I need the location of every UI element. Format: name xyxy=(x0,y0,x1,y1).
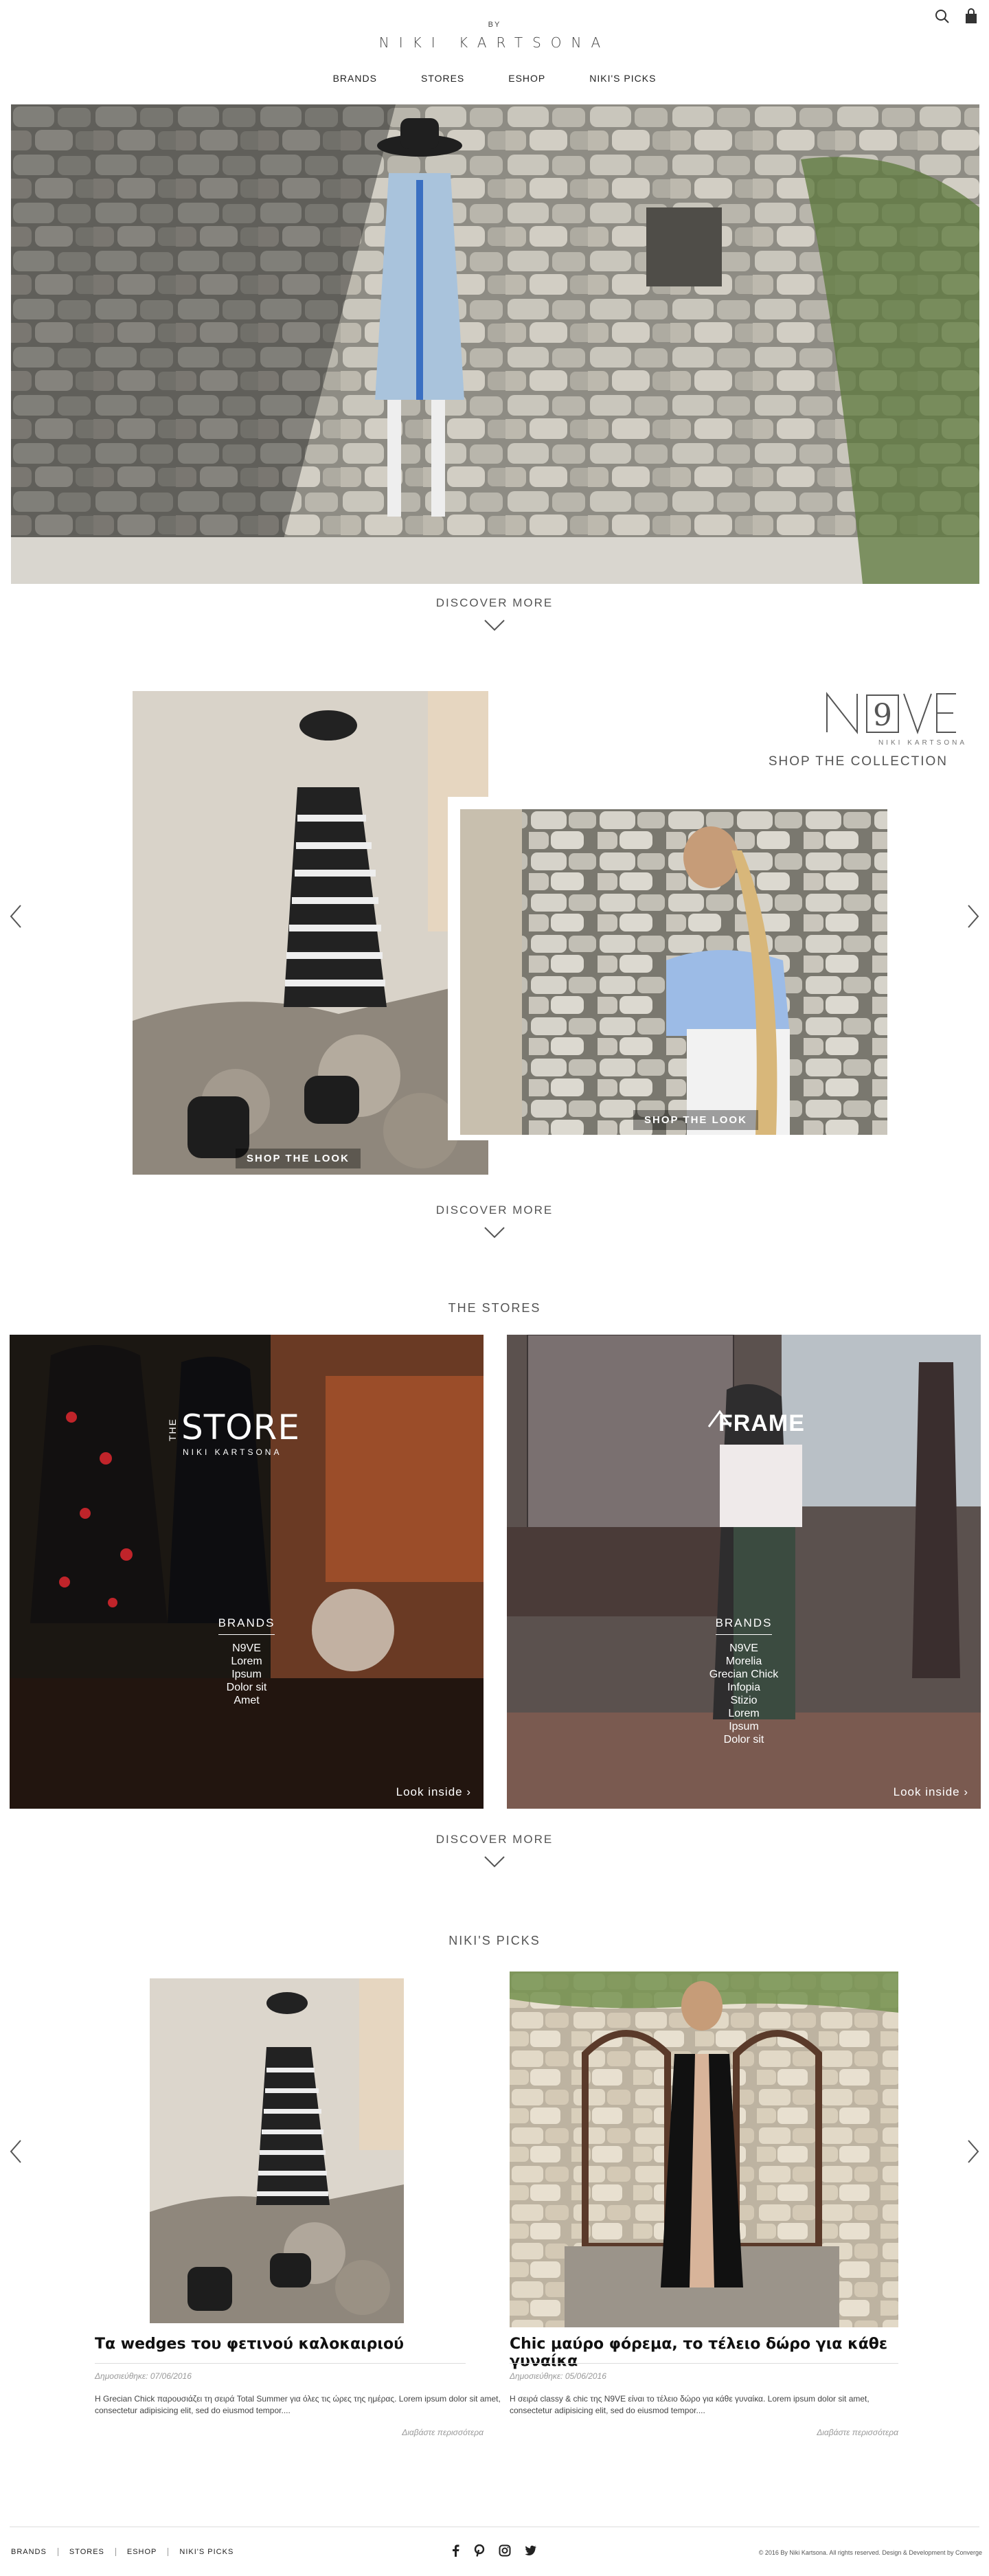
pick-image-2[interactable] xyxy=(510,1971,898,2327)
main-nav: BRANDS STORES ESHOP NIKI'S PICKS xyxy=(0,73,989,84)
footer-nav-stores[interactable]: STORES xyxy=(69,2548,104,2556)
twitter-icon[interactable] xyxy=(525,2545,537,2556)
pick-title-1[interactable]: Τα wedges του φετινού καλοκαιριού xyxy=(95,2336,466,2353)
logo[interactable]: NIKI KARTSONA xyxy=(0,34,989,51)
carousel-prev-icon[interactable] xyxy=(7,2138,23,2165)
store1-brands: BRANDS N9VE Lorem Ipsum Dolor sit Amet xyxy=(10,1616,484,1707)
carousel-next-icon[interactable] xyxy=(966,2138,982,2165)
house-icon xyxy=(707,1410,732,1427)
pick-divider-1 xyxy=(95,2363,466,2364)
frame-store-logo: FRAME xyxy=(707,1410,805,1437)
pick-date-2: Δημοσιεύθηκε: 05/06/2016 xyxy=(510,2371,606,2381)
store2-look-inside-link[interactable]: Look inside › xyxy=(894,1785,968,1799)
social-links xyxy=(451,2544,537,2557)
store2-brand-item[interactable]: Stizio xyxy=(507,1694,981,1707)
store-card-frame[interactable]: FRAME BRANDS N9VE Morelia Grecian Chick … xyxy=(507,1335,981,1809)
stores-title: THE STORES xyxy=(448,1301,541,1315)
picks-title: NIKI'S PICKS xyxy=(448,1934,541,1947)
the-store-logo-the: THE xyxy=(167,1418,178,1441)
footer-nav-brands[interactable]: BRANDS xyxy=(11,2548,47,2556)
store2-brand-item[interactable]: Morelia xyxy=(507,1655,981,1668)
discover-more-3[interactable]: DISCOVER MORE xyxy=(0,1833,989,1846)
logo-by: BY xyxy=(488,21,501,29)
footer-nav-eshop[interactable]: ESHOP xyxy=(127,2548,157,2556)
pick-excerpt-1: H Grecian Chick παρουσιάζει τη σειρά Tot… xyxy=(95,2394,501,2415)
facebook-icon[interactable] xyxy=(451,2544,460,2557)
chevron-down-icon[interactable] xyxy=(484,1225,505,1239)
store1-brand-item[interactable]: Dolor sit xyxy=(10,1681,484,1694)
store1-brand-item[interactable]: Amet xyxy=(10,1694,484,1707)
store2-brand-item[interactable]: Dolor sit xyxy=(507,1733,981,1746)
store2-brands: BRANDS N9VE Morelia Grecian Chick Infopi… xyxy=(507,1616,981,1746)
nav-eshop[interactable]: ESHOP xyxy=(508,73,545,84)
nav-nikis-picks[interactable]: NIKI'S PICKS xyxy=(589,73,656,84)
store2-brand-item[interactable]: Lorem xyxy=(507,1707,981,1720)
collection-image-1[interactable]: SHOP THE LOOK xyxy=(133,691,488,1175)
shop-the-collection-link[interactable]: SHOP THE COLLECTION xyxy=(755,754,948,769)
shopping-bag-icon[interactable] xyxy=(963,8,979,25)
pick-image-1[interactable] xyxy=(150,1978,404,2323)
shop-the-look-1[interactable]: SHOP THE LOOK xyxy=(236,1149,361,1168)
the-store-logo-subtitle: NIKI KARTSONA xyxy=(183,1447,282,1457)
collection-image-2-frame: SHOP THE LOOK xyxy=(448,797,887,1140)
pick-excerpt-2: H σειρά classy & chic της N9VE είναι το … xyxy=(510,2394,869,2415)
the-store-logo: THE STORE NIKI KARTSONA xyxy=(166,1408,300,1457)
hero-image xyxy=(11,104,979,584)
footer-nav-nikis-picks[interactable]: NIKI'S PICKS xyxy=(179,2548,234,2556)
svg-text:9: 9 xyxy=(873,698,892,733)
store-card-the-store[interactable]: THE STORE NIKI KARTSONA BRANDS N9VE Lore… xyxy=(10,1335,484,1809)
store1-brand-item[interactable]: N9VE xyxy=(10,1642,484,1655)
carousel-prev-icon[interactable] xyxy=(7,903,23,930)
pick-read-more-2[interactable]: Διαβάστε περισσότερα xyxy=(724,2428,898,2437)
shop-the-look-2[interactable]: SHOP THE LOOK xyxy=(633,1110,758,1130)
pick-read-more-1[interactable]: Διαβάστε περισσότερα xyxy=(309,2428,484,2437)
store1-brand-item[interactable]: Ipsum xyxy=(10,1668,484,1681)
collection-image-2[interactable]: SHOP THE LOOK xyxy=(460,809,887,1135)
store1-brands-heading: BRANDS xyxy=(218,1616,275,1635)
footer-nav: BRANDS STORES ESHOP NIKI'S PICKS xyxy=(11,2548,234,2556)
n9ve-logo-subtitle: NIKI KARTSONA xyxy=(878,739,967,747)
pick-divider-2 xyxy=(510,2363,898,2364)
discover-more-2[interactable]: DISCOVER MORE xyxy=(0,1204,989,1217)
store1-brand-item[interactable]: Lorem xyxy=(10,1655,484,1668)
chevron-down-icon[interactable] xyxy=(484,618,505,632)
the-store-logo-store: STORE xyxy=(181,1408,300,1447)
pick-date-1: Δημοσιεύθηκε: 07/06/2016 xyxy=(95,2371,192,2381)
store2-brand-item[interactable]: Ipsum xyxy=(507,1720,981,1733)
pick-title-2[interactable]: Chic μαύρο φόρεμα, το τέλειο δώρο για κά… xyxy=(510,2336,929,2370)
store2-brands-heading: BRANDS xyxy=(715,1616,773,1635)
store2-brand-item[interactable]: Grecian Chick xyxy=(507,1668,981,1681)
chevron-down-icon[interactable] xyxy=(484,1855,505,1868)
carousel-next-icon[interactable] xyxy=(966,903,982,930)
store2-brand-item[interactable]: N9VE xyxy=(507,1642,981,1655)
nav-stores[interactable]: STORES xyxy=(421,73,464,84)
pinterest-icon[interactable] xyxy=(474,2544,485,2557)
nav-brands[interactable]: BRANDS xyxy=(333,73,377,84)
search-icon[interactable] xyxy=(934,8,951,25)
store2-brand-item[interactable]: Infopia xyxy=(507,1681,981,1694)
store1-look-inside-link[interactable]: Look inside › xyxy=(396,1785,471,1799)
copyright-text: © 2016 By Niki Kartsona. All rights rese… xyxy=(758,2549,982,2556)
discover-more-1[interactable]: DISCOVER MORE xyxy=(0,596,989,610)
instagram-icon[interactable] xyxy=(499,2544,511,2557)
n9ve-logo-icon[interactable]: 9 xyxy=(821,691,959,735)
